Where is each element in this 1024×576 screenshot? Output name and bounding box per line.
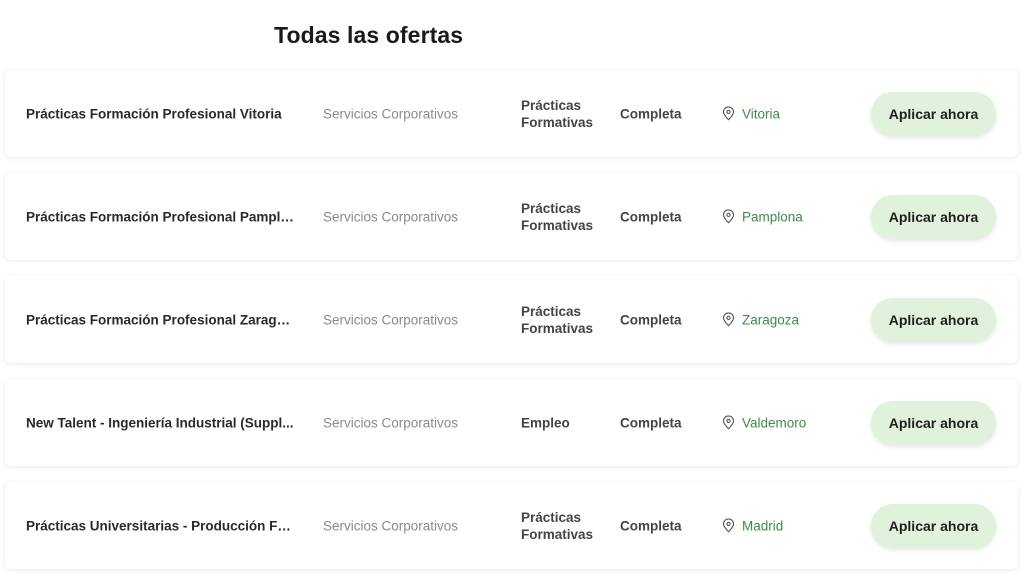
offer-location: Zaragoza — [722, 312, 799, 327]
offer-schedule: Completa — [620, 518, 682, 533]
offer-type: Prácticas Formativas — [521, 509, 594, 542]
offer-schedule: Completa — [620, 415, 682, 430]
offer-row[interactable]: Prácticas Universitarias - Producción Fo… — [5, 482, 1018, 569]
offer-schedule: Completa — [620, 312, 682, 327]
offer-location-label: Pamplona — [742, 209, 803, 224]
offer-department: Servicios Corporativos — [323, 106, 459, 121]
offer-location: Madrid — [722, 518, 783, 533]
offer-location: Valdemoro — [722, 415, 806, 430]
apply-now-button[interactable]: Aplicar ahora — [871, 194, 996, 239]
map-pin-icon — [722, 209, 735, 224]
offer-title[interactable]: Prácticas Formación Profesional Pamplo..… — [26, 209, 296, 224]
offer-department: Servicios Corporativos — [323, 209, 459, 224]
offer-location: Pamplona — [722, 209, 803, 224]
apply-now-button[interactable]: Aplicar ahora — [871, 91, 996, 136]
offer-location-label: Vitoria — [742, 106, 781, 121]
offer-type: Prácticas Formativas — [521, 303, 594, 336]
offer-location-label: Valdemoro — [742, 415, 807, 430]
offer-title[interactable]: Prácticas Universitarias - Producción Fo… — [26, 518, 296, 533]
page-title: Todas las ofertas — [274, 22, 464, 48]
offer-title[interactable]: New Talent - Ingeniería Industrial (Supp… — [26, 415, 296, 430]
offer-type: Prácticas Formativas — [521, 97, 594, 130]
map-pin-icon — [722, 415, 735, 430]
offer-location-label: Madrid — [742, 518, 784, 533]
offer-title[interactable]: Prácticas Formación Profesional Vitoria — [26, 106, 296, 121]
job-offers-page: Todas las ofertas Prácticas Formación Pr… — [0, 0, 1024, 576]
offer-row[interactable]: Prácticas Formación Profesional Zaragoza… — [5, 276, 1018, 363]
offer-type: Prácticas Formativas — [521, 200, 594, 233]
offer-department: Servicios Corporativos — [323, 312, 459, 327]
offers-list: Prácticas Formación Profesional Vitoria … — [5, 70, 1018, 576]
map-pin-icon — [722, 106, 735, 121]
offer-type: Empleo — [521, 415, 570, 430]
offer-row[interactable]: Prácticas Formación Profesional Pamplo..… — [5, 173, 1018, 260]
offer-title[interactable]: Prácticas Formación Profesional Zaragoza — [26, 312, 296, 327]
offer-row[interactable]: Prácticas Formación Profesional Vitoria … — [5, 70, 1018, 157]
offer-department: Servicios Corporativos — [323, 518, 459, 533]
map-pin-icon — [722, 518, 735, 533]
offer-schedule: Completa — [620, 209, 682, 224]
apply-now-button[interactable]: Aplicar ahora — [871, 297, 996, 342]
apply-now-button[interactable]: Aplicar ahora — [871, 503, 996, 548]
apply-now-button[interactable]: Aplicar ahora — [871, 400, 996, 445]
offer-location: Vitoria — [722, 106, 780, 121]
offer-department: Servicios Corporativos — [323, 415, 459, 430]
offer-row[interactable]: New Talent - Ingeniería Industrial (Supp… — [5, 379, 1018, 466]
offer-schedule: Completa — [620, 106, 682, 121]
map-pin-icon — [722, 312, 735, 327]
offer-location-label: Zaragoza — [742, 312, 800, 327]
